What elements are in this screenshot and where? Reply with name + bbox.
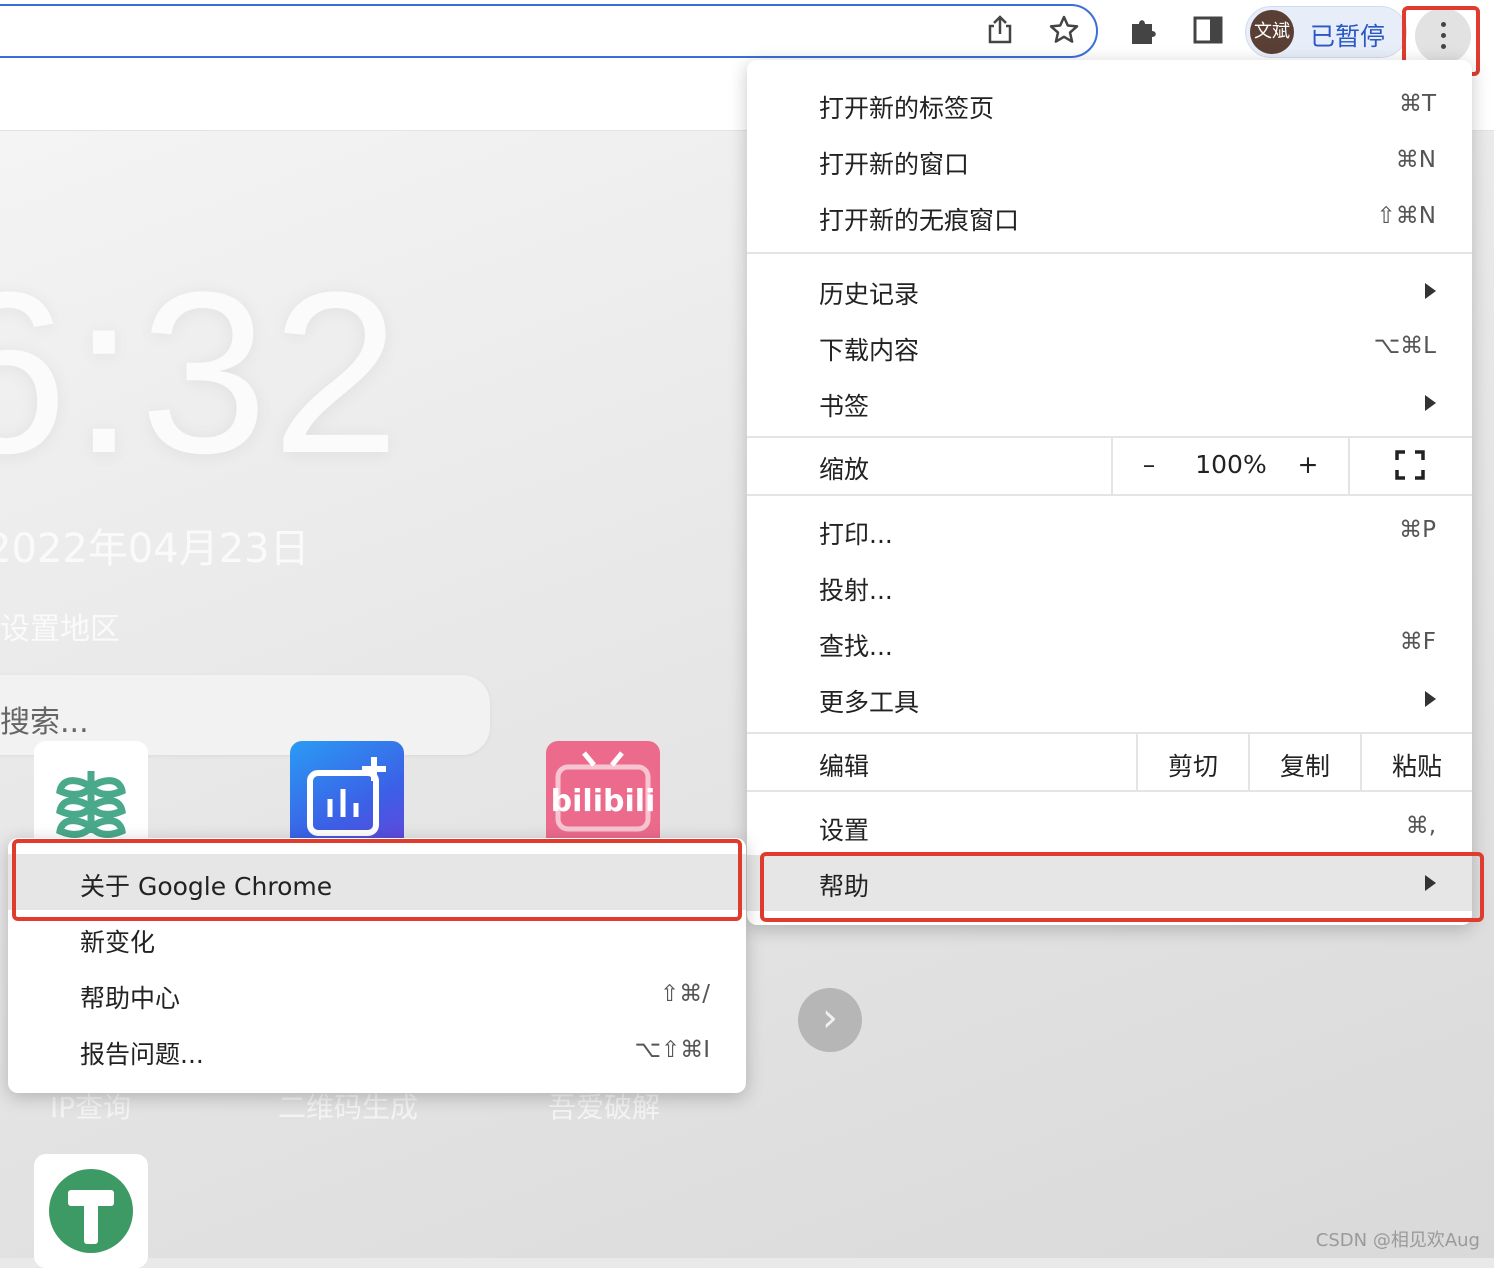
menu-item-history[interactable]: 历史记录 xyxy=(747,263,1472,319)
zoom-in-button[interactable]: + xyxy=(1283,450,1333,479)
menu-item-zoom: 缩放 xyxy=(819,455,870,484)
highlight-help-item xyxy=(760,852,1484,922)
star-icon[interactable] xyxy=(1048,14,1080,46)
next-page-button[interactable]: › xyxy=(798,988,862,1052)
chrome-main-menu: 打开新的标签页 ⌘T 打开新的窗口 ⌘N 打开新的无痕窗口 ⇧⌘N 历史记录 下… xyxy=(747,60,1472,925)
menu-separator xyxy=(747,790,1472,792)
menu-item-new-window[interactable]: 打开新的窗口 ⌘N xyxy=(747,133,1472,189)
menu-item-find[interactable]: 查找... ⌘F xyxy=(747,615,1472,671)
app-tile-tools[interactable] xyxy=(34,1154,148,1268)
sync-status-text: 已暂停 xyxy=(1310,22,1386,51)
avatar: 文斌 xyxy=(1250,10,1294,54)
submenu-arrow-icon xyxy=(1425,283,1436,299)
menu-item-incognito[interactable]: 打开新的无痕窗口 ⇧⌘N xyxy=(747,189,1472,245)
zoom-out-button[interactable]: – xyxy=(1123,450,1175,479)
menu-item-downloads[interactable]: 下载内容 ⌥⌘L xyxy=(747,319,1472,375)
cut-button[interactable]: 剪切 xyxy=(1138,747,1248,783)
hammer-icon xyxy=(49,1169,133,1253)
menu-separator xyxy=(747,732,1472,734)
menu-item-report-issue[interactable]: 报告问题... ⌥⇧⌘I xyxy=(8,1022,746,1078)
menu-separator xyxy=(747,252,1472,254)
share-icon[interactable] xyxy=(984,14,1016,46)
profile-button[interactable]: 文斌 已暂停 xyxy=(1245,6,1407,58)
zoom-value: 100% xyxy=(1195,450,1267,479)
extensions-puzzle-icon[interactable] xyxy=(1128,14,1160,46)
menu-separator xyxy=(1348,438,1350,494)
menu-item-help-center[interactable]: 帮助中心 ⇧⌘/ xyxy=(8,966,746,1022)
paste-button[interactable]: 粘贴 xyxy=(1362,747,1472,783)
side-panel-icon[interactable] xyxy=(1192,14,1224,46)
menu-separator xyxy=(747,494,1472,496)
chevron-right-icon: › xyxy=(822,995,838,1041)
set-region-link[interactable]: 设置地区 xyxy=(0,604,120,648)
address-bar[interactable] xyxy=(0,4,1098,58)
menu-separator xyxy=(1111,438,1113,494)
menu-item-more-tools[interactable]: 更多工具 xyxy=(747,671,1472,727)
watermark: CSDN @相见欢Aug xyxy=(1315,1230,1480,1251)
menu-item-print[interactable]: 打印... ⌘P xyxy=(747,503,1472,559)
menu-item-cast[interactable]: 投射... xyxy=(747,559,1472,615)
date-text: 2022年04月23日 xyxy=(0,526,310,572)
submenu-arrow-icon xyxy=(1425,395,1436,411)
submenu-arrow-icon xyxy=(1425,691,1436,707)
bilibili-logo-text: bilibili xyxy=(551,784,656,819)
menu-item-new-tab[interactable]: 打开新的标签页 ⌘T xyxy=(747,77,1472,133)
clock: 6:32 xyxy=(0,244,404,501)
copy-button[interactable]: 复制 xyxy=(1250,747,1360,783)
search-placeholder: 搜索... xyxy=(0,705,89,740)
menu-item-settings[interactable]: 设置 ⌘, xyxy=(747,799,1472,855)
menu-item-bookmarks[interactable]: 书签 xyxy=(747,375,1472,431)
browser-toolbar: 文斌 已暂停 xyxy=(0,0,1494,68)
fullscreen-icon[interactable] xyxy=(1395,450,1425,480)
highlight-about-item xyxy=(12,839,742,921)
